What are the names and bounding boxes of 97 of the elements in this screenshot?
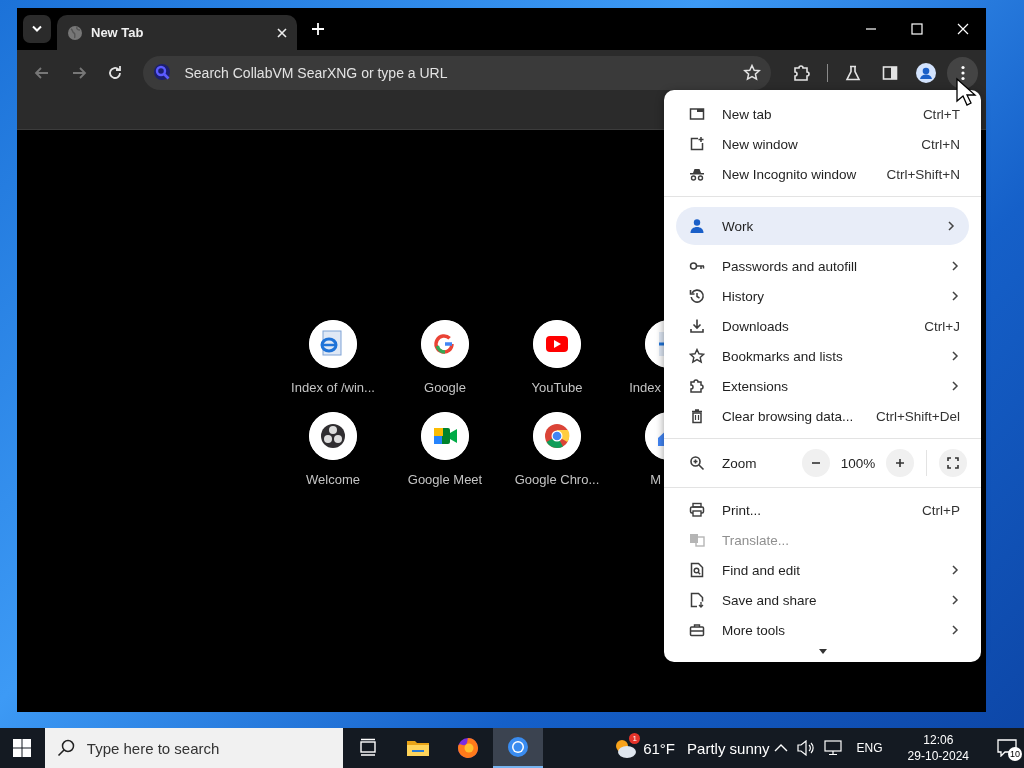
menu-item[interactable]: New tab Ctrl+T <box>664 99 981 129</box>
shortcut-icon[interactable] <box>533 412 581 460</box>
reload-icon <box>107 64 124 81</box>
menu-item[interactable]: Downloads Ctrl+J <box>664 311 981 341</box>
shortcut-icon[interactable] <box>421 412 469 460</box>
plus-icon <box>311 22 325 36</box>
find-page-icon <box>689 562 705 578</box>
shortcut-icon[interactable] <box>421 320 469 368</box>
trash-icon <box>689 408 705 424</box>
fullscreen-icon <box>947 457 959 469</box>
shortcut-icon[interactable] <box>533 320 581 368</box>
tab-icon <box>689 106 705 122</box>
chevron-right-icon <box>950 380 960 392</box>
menu-item[interactable]: Save and share <box>664 585 981 615</box>
notifications-button[interactable]: 10 <box>992 733 1022 763</box>
address-bar[interactable]: Search CollabVM SearXNG or type a URL <box>142 55 771 90</box>
forward-arrow-icon <box>70 64 87 81</box>
zoom-in-icon <box>689 455 705 471</box>
menu-item[interactable]: New Incognito window Ctrl+Shift+N <box>664 159 981 189</box>
plus-icon <box>895 458 905 468</box>
side-panel-icon <box>881 64 898 81</box>
zoom-in-button[interactable] <box>886 449 914 477</box>
shortcut-label[interactable]: Google <box>424 380 466 396</box>
maximize-icon <box>911 23 923 35</box>
menu-item[interactable]: Find and edit <box>664 555 981 585</box>
folder-icon[interactable] <box>406 738 431 758</box>
browser-tab[interactable]: New Tab <box>57 15 297 50</box>
task-view-icon[interactable] <box>358 738 379 758</box>
chevron-down-icon <box>32 25 42 33</box>
network-icon[interactable] <box>823 740 844 756</box>
menu-item[interactable]: More tools <box>664 615 981 645</box>
menu-item[interactable]: Clear browsing data... Ctrl+Shift+Del <box>664 401 981 431</box>
close-icon <box>957 23 969 35</box>
puzzle-icon <box>792 63 811 82</box>
shortcut-icon[interactable] <box>309 412 357 460</box>
puzzle-icon <box>689 378 705 394</box>
translate-icon <box>689 532 705 548</box>
shortcut-label[interactable]: Index of /win... <box>291 380 375 396</box>
chevron-right-icon <box>950 350 960 362</box>
menu-icon <box>960 64 965 81</box>
menu-item[interactable]: New window Ctrl+N <box>664 129 981 159</box>
shortcut-icon[interactable] <box>309 320 357 368</box>
tab-search-button[interactable] <box>23 15 51 43</box>
browser-icon[interactable] <box>507 736 530 758</box>
shortcut-label[interactable]: YouTube <box>531 380 583 396</box>
chevron-up-icon[interactable] <box>773 743 788 753</box>
scroll-down-icon[interactable] <box>818 649 827 654</box>
menu-item[interactable]: Passwords and autofill <box>664 251 981 281</box>
chevron-right-icon <box>946 220 956 232</box>
new-window-icon <box>689 136 705 152</box>
search-icon <box>56 739 75 757</box>
temperature: 61°F <box>643 739 676 757</box>
menu-item[interactable]: Bookmarks and lists <box>664 341 981 371</box>
zoom-value: 100% <box>839 455 877 471</box>
fox-globe-icon[interactable] <box>457 737 480 759</box>
taskbar-app[interactable] <box>493 728 544 768</box>
menu-button[interactable] <box>947 56 978 89</box>
save-page-icon <box>689 592 705 608</box>
sun-cloud-icon <box>613 737 638 759</box>
clock[interactable]: 12:06 29-10-2024 <box>901 732 975 764</box>
windows-icon <box>13 739 32 757</box>
language-indicator[interactable]: ENG <box>856 741 883 755</box>
shortcut-label[interactable]: Google Chro... <box>514 472 600 488</box>
printer-icon <box>689 502 705 518</box>
menu-item[interactable]: Extensions <box>664 371 981 401</box>
menu-item[interactable]: History <box>664 281 981 311</box>
globe-icon <box>67 24 83 41</box>
weather-widget[interactable]: 1 61°F Partly sunny <box>609 728 774 768</box>
weather-condition: Partly sunny <box>687 739 770 757</box>
star-icon <box>689 348 705 364</box>
speaker-icon[interactable] <box>796 740 815 756</box>
toolbox-icon <box>689 622 705 638</box>
menu-item[interactable]: Print... Ctrl+P <box>664 495 981 525</box>
weather-badge: 1 <box>629 733 641 744</box>
search-input[interactable]: Type here to search <box>84 738 332 758</box>
chevron-right-icon <box>950 624 960 636</box>
bookmark-star-icon[interactable] <box>742 63 761 82</box>
chevron-right-icon <box>950 260 960 272</box>
incognito-icon <box>689 166 705 182</box>
chevron-right-icon <box>950 594 960 606</box>
chevron-right-icon <box>950 290 960 302</box>
shortcut-label[interactable]: Welcome <box>306 472 360 488</box>
taskbar-search-field[interactable]: Type here to search <box>44 728 344 768</box>
fullscreen-button[interactable] <box>939 449 967 477</box>
avatar-icon <box>916 62 937 83</box>
zoom-label: Zoom <box>722 455 758 471</box>
history-icon <box>689 288 705 304</box>
profile-menu-item[interactable]: Work <box>676 207 969 245</box>
flask-icon <box>845 64 862 81</box>
shortcut-label[interactable]: Google Meet <box>407 472 483 488</box>
back-arrow-icon <box>34 64 51 81</box>
close-icon[interactable] <box>277 27 287 38</box>
download-icon <box>689 318 705 334</box>
search-icon <box>152 62 173 83</box>
chevron-right-icon <box>950 564 960 576</box>
person-icon <box>689 218 705 234</box>
address-field[interactable]: Search CollabVM SearXNG or type a URL <box>182 63 733 82</box>
